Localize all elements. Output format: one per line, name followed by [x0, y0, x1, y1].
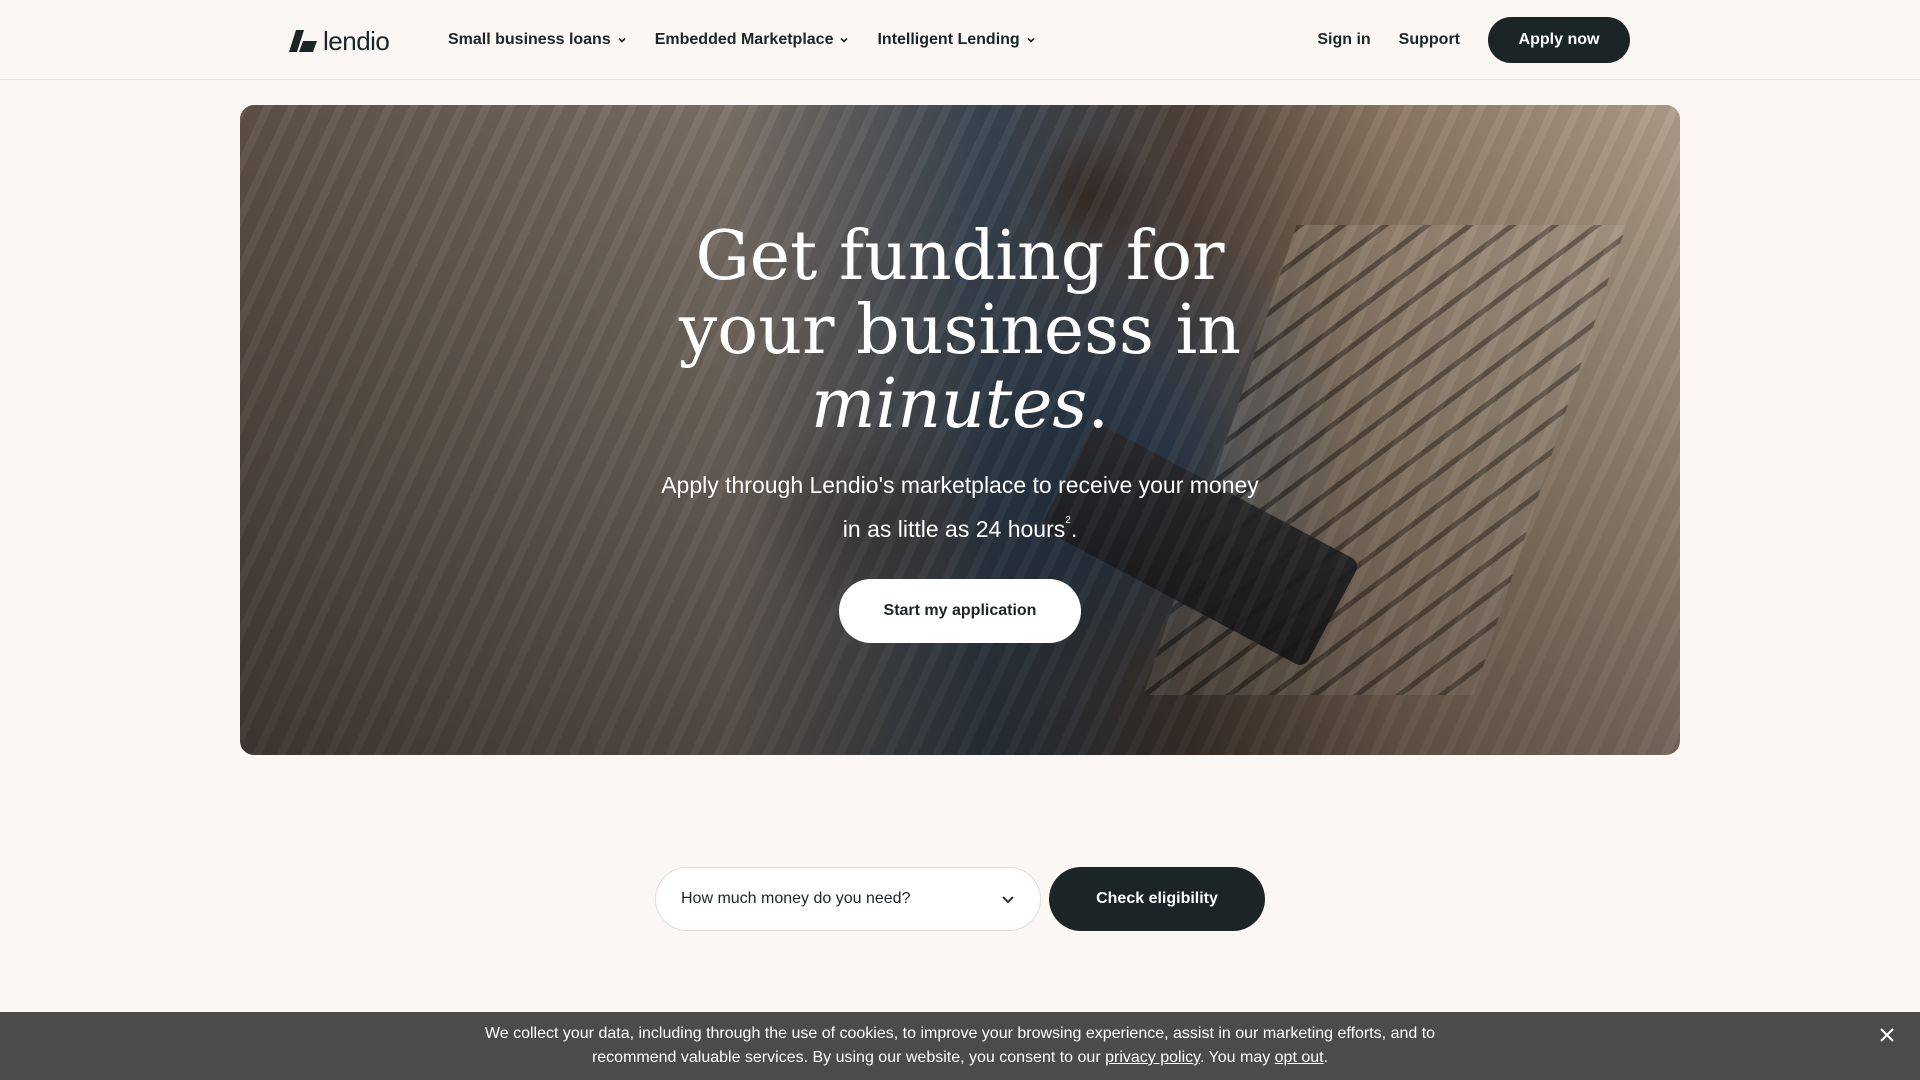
support-link[interactable]: Support: [1399, 31, 1460, 49]
cookie-close-button[interactable]: [1874, 1022, 1900, 1048]
loan-amount-select-value: How much money do you need?: [681, 890, 911, 907]
menu-embedded-marketplace[interactable]: Embedded Marketplace: [655, 28, 850, 52]
privacy-policy-link[interactable]: privacy policy: [1105, 1049, 1200, 1066]
nav-actions: Sign in Support Apply now: [1317, 17, 1630, 63]
main-menu: Small business loans Embedded Marketplac…: [448, 28, 1036, 52]
menu-label: Small business loans: [448, 31, 611, 48]
cookie-consent-banner: We collect your data, including through …: [0, 1012, 1920, 1080]
hero-title-line-3: minutes.: [240, 368, 1680, 442]
menu-label: Embedded Marketplace: [654, 31, 834, 48]
menu-small-business-loans[interactable]: Small business loans: [448, 28, 627, 52]
hero-subtitle-text: Apply through Lendio's marketplace to re…: [661, 472, 1259, 542]
cookie-text-part-2: . You may: [1199, 1049, 1275, 1066]
menu-label: Intelligent Lending: [877, 31, 1020, 48]
lendio-logo[interactable]: lendio: [289, 25, 390, 56]
chevron-down-icon: [1027, 37, 1035, 43]
hero-title-line-1: Get funding for: [695, 217, 1225, 296]
chevron-down-icon: [618, 37, 626, 43]
logo-wordmark: lendio: [323, 25, 390, 56]
hero-title-emphasis: minutes: [811, 365, 1088, 444]
apply-now-button[interactable]: Apply now: [1488, 17, 1630, 63]
hero-banner: Get funding for your business in minutes…: [240, 105, 1680, 755]
hero-title-period: .: [1087, 365, 1109, 444]
top-navigation: lendio Small business loans Embedded Mar…: [0, 0, 1920, 80]
close-icon: [1880, 1028, 1894, 1042]
hero-title-line-2: your business in: [678, 291, 1242, 370]
hero-title: Get funding for your business in minutes…: [240, 220, 1680, 442]
cookie-consent-text: We collect your data, including through …: [460, 1022, 1460, 1070]
chevron-down-icon: [1002, 896, 1014, 904]
cookie-text-part-3: .: [1323, 1049, 1329, 1066]
hero-subtitle: Apply through Lendio's marketplace to re…: [660, 467, 1260, 547]
menu-intelligent-lending[interactable]: Intelligent Lending: [877, 28, 1035, 52]
opt-out-link[interactable]: opt out: [1275, 1049, 1324, 1066]
loan-amount-select[interactable]: How much money do you need?: [655, 867, 1041, 931]
check-eligibility-button[interactable]: Check eligibility: [1049, 867, 1265, 931]
sign-in-link[interactable]: Sign in: [1317, 31, 1370, 49]
hero-subtitle-period: .: [1070, 516, 1078, 542]
chevron-down-icon: [840, 37, 849, 43]
start-application-button[interactable]: Start my application: [839, 579, 1081, 643]
lendio-logo-icon: [289, 30, 317, 52]
